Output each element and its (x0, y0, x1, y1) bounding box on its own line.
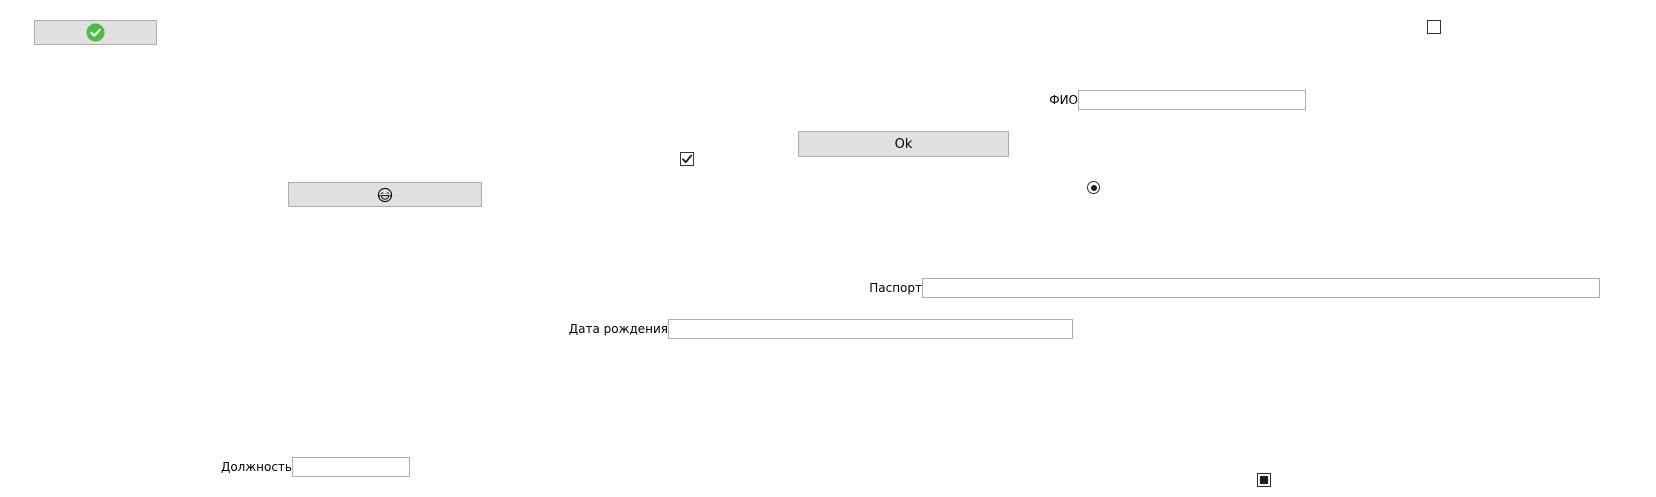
checkbox-bottom-right[interactable] (1257, 473, 1271, 487)
radio-button[interactable] (1087, 181, 1100, 194)
emoji-button[interactable] (288, 182, 482, 207)
birth-date-label: Дата рождения (568, 322, 668, 336)
birth-date-input[interactable] (668, 319, 1073, 339)
radio-selected-dot (1090, 184, 1097, 191)
indeterminate-mark (1260, 476, 1268, 484)
checkbox-top-right[interactable] (1427, 20, 1441, 34)
laughing-face-icon (377, 187, 393, 203)
passport-input[interactable] (922, 278, 1600, 298)
checkbox-middle[interactable] (680, 152, 694, 166)
position-input[interactable] (292, 457, 410, 477)
check-circle-icon (86, 23, 105, 42)
position-label: Должность (220, 460, 292, 474)
fio-input[interactable] (1078, 90, 1306, 110)
fio-label: ФИО (1049, 93, 1078, 107)
confirm-button[interactable] (34, 20, 157, 45)
passport-label: Паспорт (869, 281, 922, 295)
ok-button-label: Ok (894, 136, 913, 152)
ok-button[interactable]: Ok (798, 131, 1009, 157)
checkmark-icon (682, 154, 693, 164)
